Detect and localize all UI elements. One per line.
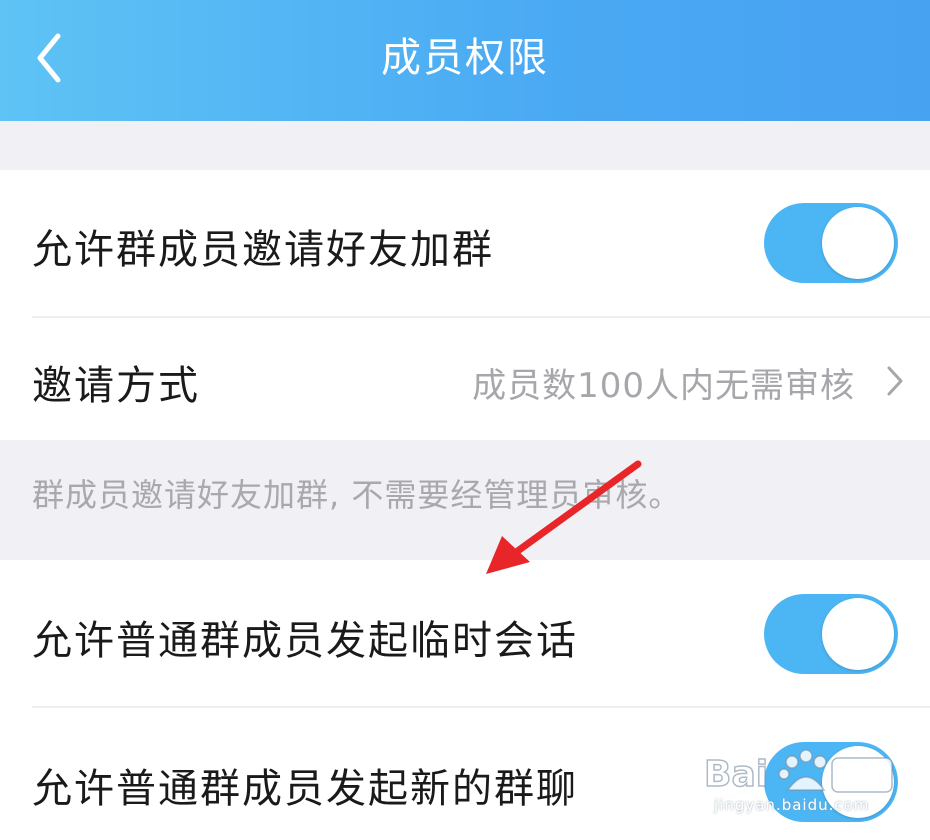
- invite-settings-section: 允许群成员邀请好友加群 邀请方式 成员数100人内无需审核: [0, 170, 930, 440]
- arrow-shaft: [504, 460, 642, 562]
- new-group-chat-label: 允许普通群成员发起新的群聊: [32, 766, 578, 812]
- watermark-url: jingyan.baidu.com: [714, 796, 870, 814]
- invite-friends-label: 允许群成员邀请好友加群: [32, 227, 494, 273]
- invite-method-row[interactable]: 邀请方式 成员数100人内无需审核: [0, 318, 930, 440]
- header-bar: 成员权限: [0, 0, 930, 121]
- page-title: 成员权限: [381, 35, 549, 81]
- invite-friends-toggle[interactable]: [764, 203, 898, 283]
- arrow-head: [486, 536, 530, 574]
- svg-text:Bai: Bai: [704, 754, 768, 795]
- invite-method-value: 成员数100人内无需审核: [472, 366, 855, 406]
- temp-chat-row: 允许普通群成员发起临时会话: [0, 560, 930, 706]
- invite-friends-row: 允许群成员邀请好友加群: [0, 170, 930, 316]
- temp-chat-toggle[interactable]: [764, 594, 898, 674]
- toggle-knob: [822, 598, 894, 670]
- toggle-knob: [822, 207, 894, 279]
- red-arrow-annotation: [486, 460, 642, 574]
- temp-chat-label: 允许普通群成员发起临时会话: [32, 618, 578, 664]
- invite-method-label: 邀请方式: [32, 363, 200, 409]
- chevron-right-icon: [887, 366, 903, 396]
